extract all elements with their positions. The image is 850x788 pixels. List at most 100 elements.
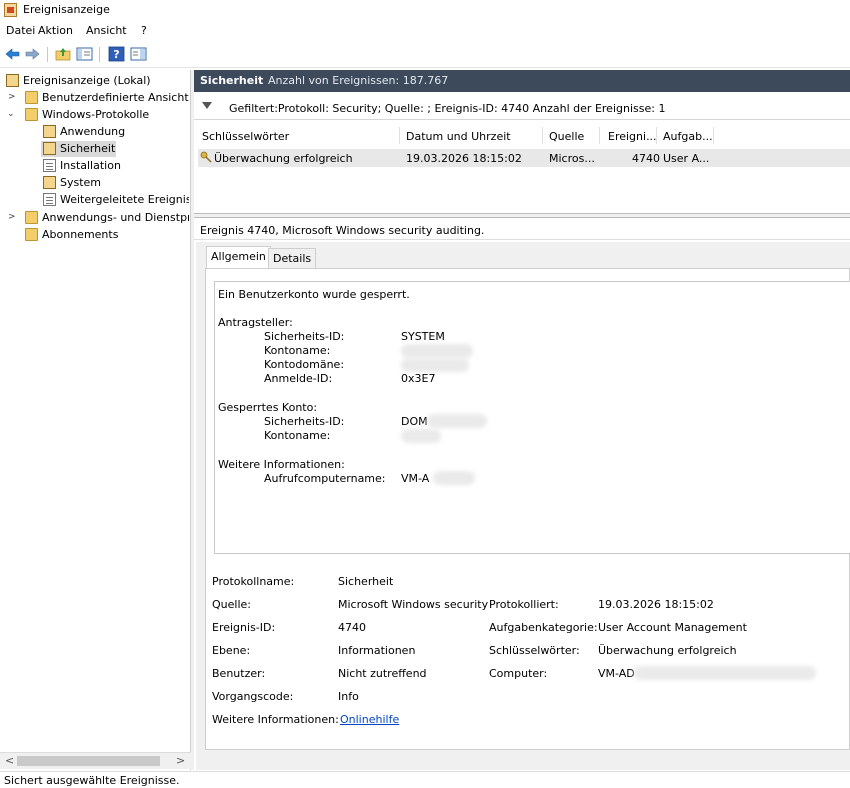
scroll-right-icon[interactable]: > <box>176 754 185 767</box>
requester-logon-value: 0x3E7 <box>401 372 436 385</box>
log-icon <box>43 193 56 206</box>
menu-aktion[interactable]: Aktion <box>38 24 73 37</box>
chevron-down-icon[interactable]: ⌄ <box>7 109 15 119</box>
locked-heading: Gesperrtes Konto: <box>218 401 318 414</box>
prop-level-label: Ebene: <box>212 644 251 657</box>
tree-item-sicherheit[interactable]: Sicherheit <box>41 141 116 157</box>
forward-arrow-icon[interactable] <box>24 46 41 62</box>
toolbar-separator <box>47 47 48 62</box>
redacted-value <box>401 344 473 358</box>
column-separator[interactable] <box>656 127 657 144</box>
title-bar: Ereignisanzeige <box>0 0 850 22</box>
tree-item-app-service-logs[interactable]: Anwendungs- und Dienstprotokolle <box>25 210 189 226</box>
table-row[interactable]: Überwachung erfolgreich 19.03.2026 18:15… <box>198 149 850 167</box>
prop-user-value: Nicht zutreffend <box>338 667 427 680</box>
filter-text: Gefiltert:Protokoll: Security; Quelle: ;… <box>229 102 666 115</box>
tree-item-label: Sicherheit <box>60 142 116 155</box>
filter-icon <box>202 102 212 109</box>
prop-logged-value: 19.03.2026 18:15:02 <box>598 598 714 611</box>
detail-title-bar: Ereignis 4740, Microsoft Windows securit… <box>194 220 850 240</box>
tab-allgemein[interactable]: Allgemein <box>206 246 271 268</box>
help-icon[interactable]: ? <box>108 46 125 62</box>
prop-computer-label: Computer: <box>489 667 548 680</box>
menu-ansicht[interactable]: Ansicht <box>86 24 127 37</box>
status-bar: Sichert ausgewählte Ereignisse. <box>0 771 850 788</box>
column-separator[interactable] <box>542 127 543 144</box>
toolbar: ? <box>0 42 850 68</box>
tree-item-label: Anwendungs- und Dienstprotokolle <box>42 211 189 224</box>
log-icon <box>43 159 56 172</box>
menu-datei[interactable]: Datei <box>6 24 35 37</box>
prop-task-value: User Account Management <box>598 621 747 634</box>
column-separator[interactable] <box>399 127 400 144</box>
tree-item-label: Windows-Protokolle <box>42 108 150 121</box>
event-count: Anzahl von Ereignissen: 187.767 <box>268 74 449 87</box>
tab-panel-allgemein: Ein Benutzerkonto wurde gesperrt. Antrag… <box>205 268 850 750</box>
tree-item-subscriptions[interactable]: Abonnements <box>25 227 189 243</box>
toolbar-separator <box>99 47 100 62</box>
prop-task-label: Aufgabenkategorie: <box>489 621 598 634</box>
locked-account-label: Kontoname: <box>264 429 331 442</box>
horizontal-splitter[interactable] <box>194 213 850 218</box>
prop-source-label: Quelle: <box>212 598 251 611</box>
tree-horizontal-scrollbar[interactable]: < > <box>0 752 191 769</box>
caller-computer-value: VM-A <box>401 472 430 485</box>
tree-item-label: Weitergeleitete Ereignisse <box>60 193 189 206</box>
online-help-link[interactable]: Onlinehilfe <box>340 713 399 726</box>
tree-item-anwendung[interactable]: Anwendung <box>43 124 189 140</box>
svg-text:?: ? <box>113 48 119 61</box>
column-header-task[interactable]: Aufgab... <box>663 130 713 143</box>
prop-more-info-label: Weitere Informationen: <box>212 713 339 726</box>
back-arrow-icon[interactable] <box>4 46 21 62</box>
column-header-datetime[interactable]: Datum und Uhrzeit <box>406 130 511 143</box>
prop-opcode-value: Info <box>338 690 359 703</box>
system-log-icon <box>43 176 56 189</box>
tree-item-custom-views[interactable]: Benutzerdefinierte Ansichten <box>25 90 189 106</box>
prop-logname-value: Sicherheit <box>338 575 394 588</box>
locked-sid-label: Sicherheits-ID: <box>264 415 345 428</box>
log-header: Sicherheit Anzahl von Ereignissen: 187.7… <box>194 70 850 92</box>
column-separator[interactable] <box>713 127 714 144</box>
requester-sid-value: SYSTEM <box>401 330 445 343</box>
tree-item-label: Benutzerdefinierte Ansichten <box>42 91 189 104</box>
event-viewer-icon <box>6 74 19 87</box>
scroll-left-icon[interactable]: < <box>5 754 14 767</box>
redacted-value <box>401 429 441 443</box>
requester-domain-label: Kontodomäne: <box>264 358 345 371</box>
prop-computer-value: VM-AD <box>598 667 635 680</box>
prop-logname-label: Protokollname: <box>212 575 295 588</box>
main-pane: Sicherheit Anzahl von Ereignissen: 187.7… <box>194 70 850 770</box>
column-header-keywords[interactable]: Schlüsselwörter <box>202 130 289 143</box>
chevron-right-icon[interactable]: > <box>8 212 16 222</box>
scroll-thumb[interactable] <box>17 756 160 766</box>
tree-item-windows-logs[interactable]: Windows-Protokolle <box>25 107 189 123</box>
column-header-event-id[interactable]: Ereigni... <box>608 130 657 143</box>
requester-logon-label: Anmelde-ID: <box>264 372 333 385</box>
tree-item-label: Installation <box>60 159 121 172</box>
redacted-value <box>634 666 816 680</box>
action-pane-icon[interactable] <box>130 46 147 62</box>
more-heading: Weitere Informationen: <box>218 458 345 471</box>
show-hide-tree-icon[interactable] <box>76 46 93 62</box>
prop-opcode-label: Vorgangscode: <box>212 690 294 703</box>
chevron-right-icon[interactable]: > <box>8 92 16 102</box>
redacted-value <box>433 471 475 485</box>
tab-details[interactable]: Details <box>268 248 317 268</box>
menu-help[interactable]: ? <box>141 24 147 37</box>
tree-item-installation[interactable]: Installation <box>43 158 189 174</box>
prop-eventid-label: Ereignis-ID: <box>212 621 276 634</box>
row-source: Micros... <box>549 152 595 165</box>
prop-keywords-label: Schlüsselwörter: <box>489 644 580 657</box>
redacted-value <box>401 358 469 372</box>
tree-item-system[interactable]: System <box>43 175 189 191</box>
prop-source-value: Microsoft Windows security <box>338 598 489 611</box>
detail-title: Ereignis 4740, Microsoft Windows securit… <box>200 224 485 237</box>
folder-up-icon[interactable] <box>55 46 72 62</box>
column-separator[interactable] <box>599 127 600 144</box>
requester-sid-label: Sicherheits-ID: <box>264 330 345 343</box>
tree-item-root[interactable]: Ereignisanzeige (Lokal) <box>6 73 189 89</box>
row-event-id: 4740 <box>632 152 660 165</box>
folder-icon <box>25 211 38 224</box>
tree-item-forwarded-events[interactable]: Weitergeleitete Ereignisse <box>43 192 189 208</box>
column-header-source[interactable]: Quelle <box>549 130 584 143</box>
